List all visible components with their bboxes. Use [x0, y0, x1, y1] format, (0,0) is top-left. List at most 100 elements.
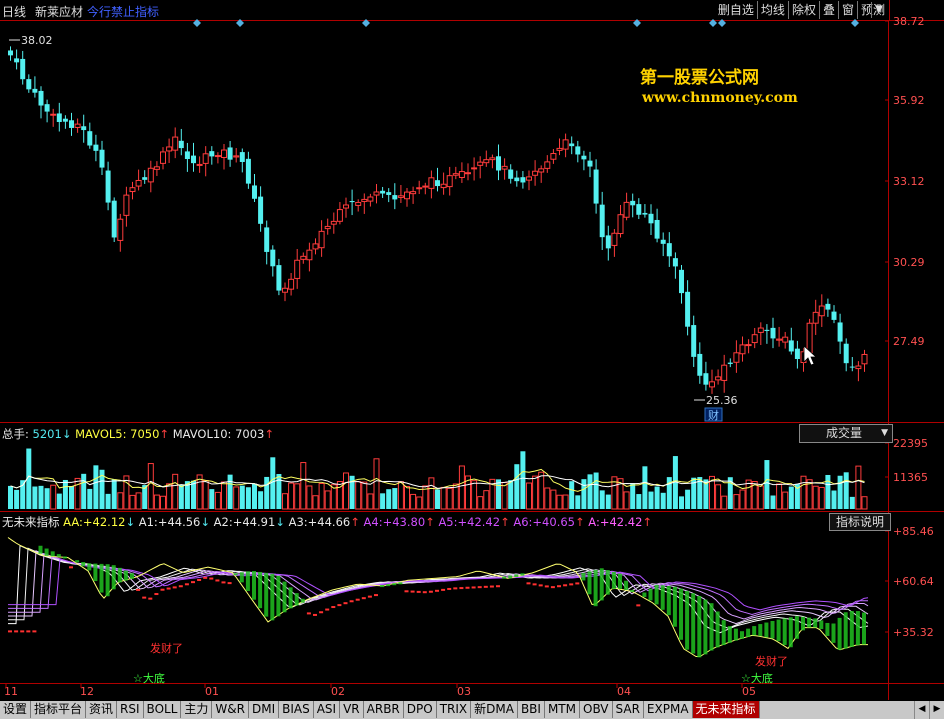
candle-body — [105, 170, 111, 203]
indicator-step-bar — [697, 596, 702, 658]
candle-body — [373, 191, 380, 196]
candle-body — [679, 269, 684, 294]
candle-body — [69, 120, 74, 128]
volume-bar — [514, 464, 520, 509]
volume-bar — [642, 466, 648, 509]
indicator-step-bar — [355, 598, 360, 601]
indicator-step-bar — [435, 589, 439, 592]
candle-body — [514, 177, 520, 182]
volume-bar — [446, 487, 453, 510]
volume-indicator-select[interactable]: 成交量 ▼ — [799, 424, 893, 443]
volume-label-1: 22395 — [893, 437, 928, 450]
candle-body — [26, 79, 32, 90]
tab-settings[interactable]: 设置 — [0, 701, 32, 718]
indicator-step-bar — [453, 587, 458, 590]
candle-body — [318, 230, 325, 249]
candle-body — [147, 167, 154, 183]
indicator-step-bar — [160, 588, 165, 591]
candle-body — [8, 50, 13, 56]
indicator-step-bar — [441, 588, 446, 591]
volume-bar — [318, 482, 325, 510]
a2-value: +44.91 — [232, 515, 276, 529]
indicator-explain-button[interactable]: 指标说明 — [829, 513, 891, 531]
scroll-left-icon[interactable]: ◀ — [914, 701, 929, 719]
tab-dpo[interactable]: DPO — [403, 701, 437, 718]
tab-no-future-indicator[interactable]: 无未来指标 — [692, 701, 760, 718]
tab-trix[interactable]: TRIX — [436, 701, 472, 718]
volume-bar — [227, 474, 233, 509]
indicator-step-bar — [471, 586, 476, 589]
candle-body — [575, 146, 581, 155]
tab-expma[interactable]: EXPMA — [643, 701, 693, 718]
indicator-step-bar — [416, 590, 421, 593]
tab-new-dma[interactable]: 新DMA — [471, 701, 518, 718]
volume-bar — [282, 493, 288, 510]
tab-indicator-platform[interactable]: 指标平台 — [31, 701, 87, 718]
volume-bar — [556, 494, 563, 510]
tab-arbr[interactable]: ARBR — [363, 701, 404, 718]
tab-asi[interactable]: ASI — [313, 701, 341, 718]
tab-boll[interactable]: BOLL — [143, 701, 182, 718]
tab-sar[interactable]: SAR — [612, 701, 644, 718]
indicator-step-bar — [337, 604, 342, 607]
volume-bar — [575, 495, 581, 509]
candle-body — [81, 126, 87, 131]
volume-bar — [373, 458, 380, 510]
indicator-step-bar — [648, 588, 653, 601]
tab-obv[interactable]: OBV — [580, 701, 613, 718]
candle-body — [458, 171, 465, 178]
scroll-right-icon[interactable]: ▶ — [929, 701, 944, 719]
indicator-step-bar — [32, 630, 37, 633]
volume-bar — [8, 485, 13, 509]
tab-bias[interactable]: BIAS — [279, 701, 314, 718]
indicator-step-bar — [319, 611, 324, 614]
volume-bar — [380, 493, 386, 509]
candle-body — [111, 200, 117, 238]
volume-arrow: ↓ — [61, 427, 72, 441]
candle-body — [361, 198, 368, 202]
indicator-step-bar — [544, 585, 549, 588]
candle-body — [739, 344, 746, 355]
volume-bar — [160, 495, 166, 510]
candle-body — [703, 373, 709, 385]
watermark-url: www.chnmoney.com — [642, 90, 798, 106]
indicator-step-bar — [599, 568, 604, 601]
indicator-step-bar — [422, 591, 427, 594]
indicator-step-bar — [526, 582, 531, 585]
price-label-1: 38.72 — [893, 15, 925, 28]
indicator-step-bar — [788, 617, 793, 648]
candle-body — [660, 239, 666, 244]
indicator-step-bar — [764, 622, 769, 638]
indicator-step-bar — [178, 585, 183, 588]
tab-main-force[interactable]: 主力 — [181, 701, 213, 718]
tab-bbi[interactable]: BBI — [517, 701, 545, 718]
candle-body — [532, 170, 539, 176]
tab-news[interactable]: 资讯 — [86, 701, 118, 718]
tab-vr[interactable]: VR — [340, 701, 364, 718]
candle-body — [191, 155, 196, 164]
candle-body — [435, 180, 440, 187]
finance-marker-text: 财 — [708, 408, 719, 422]
tab-mtm[interactable]: MTM — [544, 701, 580, 718]
candle-body — [818, 305, 825, 317]
indicator-step-bar — [563, 584, 568, 587]
price-label-2: 35.92 — [893, 94, 925, 107]
volume-bar — [630, 483, 636, 509]
volume-bar — [258, 491, 264, 509]
indicator-ma-line — [8, 558, 869, 611]
tab-rsi[interactable]: RSI — [117, 701, 144, 718]
volume-header: 总手: 5201↓ MAVOL5: 7050↑ MAVOL10: 7003↑ — [2, 426, 274, 442]
volume-ma-line — [10, 475, 865, 489]
volume-bar — [166, 483, 173, 510]
tab-wr[interactable]: W&R — [212, 701, 249, 718]
candle-body — [721, 364, 728, 381]
volume-bar — [477, 496, 484, 510]
candle-body — [623, 201, 630, 218]
tab-dmi[interactable]: DMI — [248, 701, 280, 718]
candle-body — [593, 169, 599, 204]
indicator-step-bar — [123, 570, 128, 581]
indicator-step-bar — [685, 590, 690, 650]
candle-body — [178, 140, 184, 149]
volume-bar — [87, 488, 93, 509]
volume-bar — [501, 481, 508, 510]
